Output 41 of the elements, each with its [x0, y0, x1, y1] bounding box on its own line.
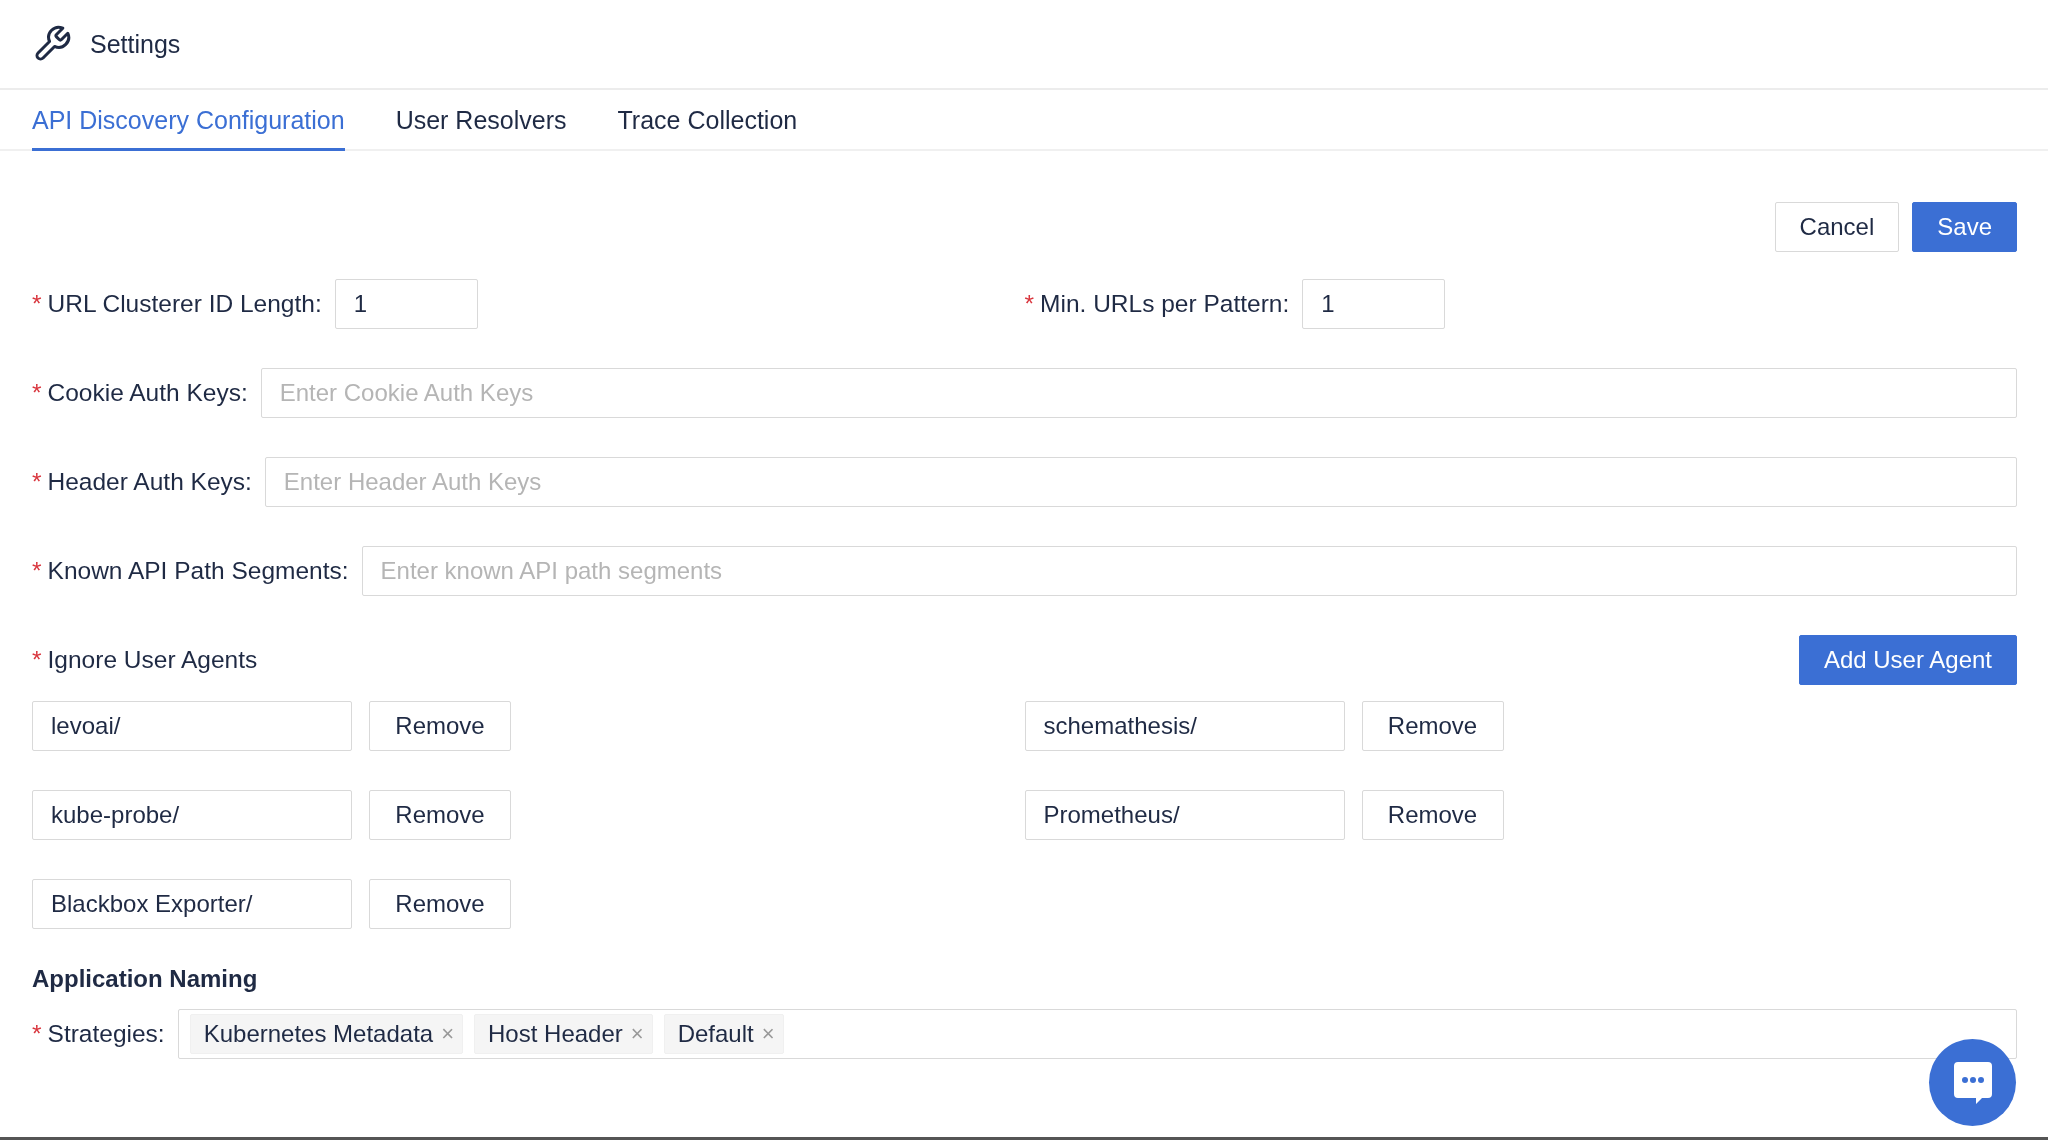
tab[interactable]: User Resolvers — [395, 90, 567, 151]
field-label: * Header Auth Keys: — [32, 468, 252, 496]
field-label: * Cookie Auth Keys: — [32, 379, 248, 407]
tab[interactable]: API Discovery Configuration — [32, 90, 345, 151]
required-mark: * — [32, 379, 42, 406]
field-label: * Min. URLs per Pattern: — [1024, 290, 1290, 318]
remove-button[interactable]: Remove — [369, 790, 511, 840]
required-mark: * — [32, 557, 42, 584]
required-mark: * — [32, 468, 42, 495]
section-label: * Ignore User Agents — [32, 646, 258, 674]
required-mark: * — [32, 1020, 42, 1047]
field-label: * Strategies: — [32, 1020, 165, 1048]
add-user-agent-button[interactable]: Add User Agent — [1798, 635, 2017, 685]
number-input-field[interactable]: 1 — [1302, 279, 1446, 329]
text-input-field[interactable]: Enter Cookie Auth Keys — [260, 368, 2017, 418]
section-heading: Application Naming — [32, 965, 259, 993]
required-mark: * — [1024, 290, 1035, 317]
field-label: * Known API Path Segments: — [32, 557, 349, 585]
tag-label: Host Header — [488, 1020, 623, 1048]
cancel-button[interactable]: Cancel — [1774, 202, 1900, 252]
page-title: Settings — [90, 29, 181, 59]
number-input-field[interactable]: 1 — [334, 279, 478, 329]
save-button[interactable]: Save — [1912, 202, 2017, 252]
tag-label: Kubernetes Metadata — [203, 1020, 434, 1048]
text-input-field[interactable]: Enter known API path segments — [361, 546, 2017, 596]
field-label: * URL Clusterer ID Length: — [32, 290, 322, 318]
user-agent-input-field[interactable]: Prometheus/ — [1024, 790, 1345, 840]
user-agent-input-field[interactable]: kube-probe/ — [32, 790, 352, 840]
user-agent-input-field[interactable]: Blackbox Exporter/ — [32, 879, 352, 929]
remove-button[interactable]: Remove — [369, 701, 511, 751]
user-agent-input-field[interactable]: schemathesis/ — [1024, 701, 1345, 751]
text-input-field[interactable]: Enter Header Auth Keys — [264, 457, 2017, 507]
remove-button[interactable]: Remove — [1361, 790, 1504, 840]
required-mark: * — [32, 646, 42, 673]
tag-label: Default — [677, 1020, 754, 1048]
user-agent-input-field[interactable]: levoai/ — [32, 701, 352, 751]
tab[interactable]: Trace Collection — [617, 90, 798, 151]
chat-bubble-icon — [1951, 1059, 1994, 1106]
required-mark: * — [32, 290, 42, 317]
remove-button[interactable]: Remove — [369, 879, 511, 929]
remove-button[interactable]: Remove — [1361, 701, 1504, 751]
